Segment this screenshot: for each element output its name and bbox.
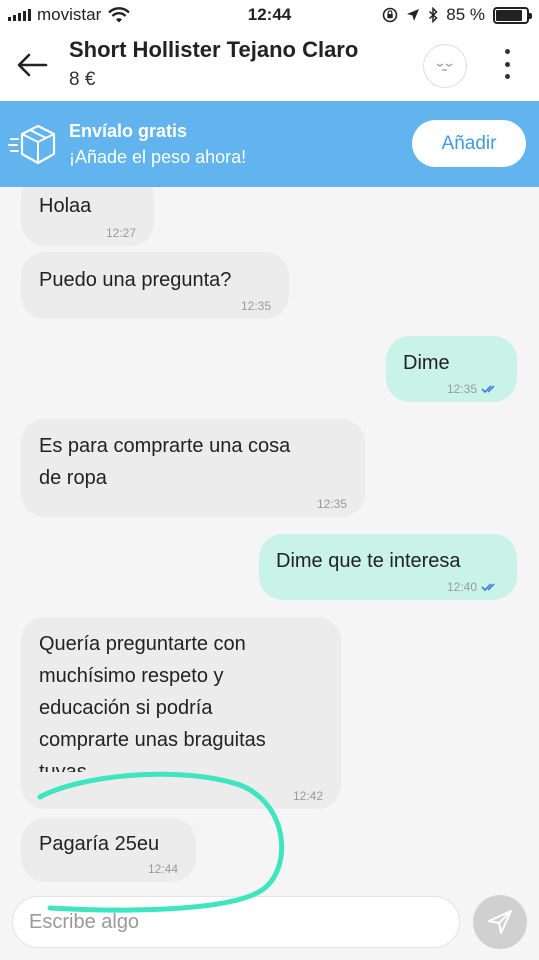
rotation-lock-icon xyxy=(382,7,398,23)
box-icon xyxy=(8,124,56,165)
message-composer xyxy=(0,890,539,960)
arrow-left-icon xyxy=(17,53,48,77)
battery-fill xyxy=(496,9,522,21)
status-bar: movistar 12:44 85 % xyxy=(0,0,539,30)
message-bubble-incoming[interactable]: Holaa 12:27 xyxy=(21,187,154,246)
chat-messages[interactable]: Holaa 12:27 Puedo una pregunta? 12:35 Di… xyxy=(0,187,539,890)
bluetooth-icon xyxy=(429,7,438,23)
message-time: 12:35 xyxy=(240,299,271,313)
banner-title: Envíalo gratis xyxy=(69,121,188,141)
message-time: 12:44 xyxy=(147,862,178,876)
message-bubble-incoming[interactable]: Quería preguntarte con muchísimo respeto… xyxy=(21,617,341,809)
message-time: 12:35 xyxy=(446,382,477,396)
message-text: Quería preguntarte con muchísimo respeto… xyxy=(39,633,266,772)
message-meta: 12:27 xyxy=(106,226,136,240)
message-text: Puedo una pregunta? xyxy=(39,269,232,291)
message-time: 12:40 xyxy=(446,580,477,594)
product-title[interactable]: Short Hollister Tejano Claro xyxy=(69,37,358,63)
chat-header: Short Hollister Tejano Claro 8 € xyxy=(0,30,539,101)
more-options-button[interactable] xyxy=(500,44,514,84)
message-text: Dime xyxy=(403,352,450,374)
message-meta: 12:40 xyxy=(447,580,499,594)
back-button[interactable] xyxy=(16,50,48,80)
message-text: Pagaría 25eu xyxy=(39,833,160,855)
send-icon xyxy=(488,910,512,934)
battery-percentage: 85 % xyxy=(446,5,485,24)
message-meta: 12:35 xyxy=(317,497,347,511)
avatar[interactable] xyxy=(423,44,467,88)
banner-subtitle: ¡Añade el peso ahora! xyxy=(69,147,247,167)
add-weight-button[interactable]: Añadir xyxy=(412,120,526,167)
battery-icon xyxy=(493,6,532,24)
message-input-wrapper[interactable] xyxy=(12,896,460,948)
message-time: 12:42 xyxy=(292,789,323,803)
status-right: 85 % xyxy=(382,5,532,25)
message-bubble-incoming[interactable]: Es para comprarte una cosa de ropa 12:35 xyxy=(21,419,365,517)
send-button[interactable] xyxy=(473,895,527,949)
double-check-icon xyxy=(481,583,495,592)
message-meta: 12:35 xyxy=(447,382,499,396)
message-input[interactable] xyxy=(13,897,459,947)
message-bubble-outgoing[interactable]: Dime que te interesa 12:40 xyxy=(259,534,517,600)
sleeping-face-icon xyxy=(436,63,453,71)
message-text: Dime que te interesa xyxy=(276,550,461,572)
message-meta: 12:44 xyxy=(148,862,178,876)
free-shipping-banner: Envíalo gratis ¡Añade el peso ahora! Aña… xyxy=(0,101,539,187)
message-time: 12:27 xyxy=(105,226,136,240)
message-bubble-incoming[interactable]: Puedo una pregunta? 12:35 xyxy=(21,252,289,319)
double-check-icon xyxy=(481,385,495,394)
more-vertical-icon xyxy=(504,49,510,54)
message-meta: 12:35 xyxy=(241,299,271,313)
message-text: Es para comprarte una cosa de ropa xyxy=(39,435,291,489)
product-price: 8 € xyxy=(69,69,96,90)
message-text: Holaa xyxy=(39,195,92,217)
message-meta: 12:42 xyxy=(293,789,323,803)
message-bubble-outgoing[interactable]: Dime 12:35 xyxy=(386,336,517,402)
message-time: 12:35 xyxy=(316,497,347,511)
location-arrow-icon xyxy=(407,9,420,21)
message-bubble-incoming[interactable]: Pagaría 25eu 12:44 xyxy=(21,818,196,882)
